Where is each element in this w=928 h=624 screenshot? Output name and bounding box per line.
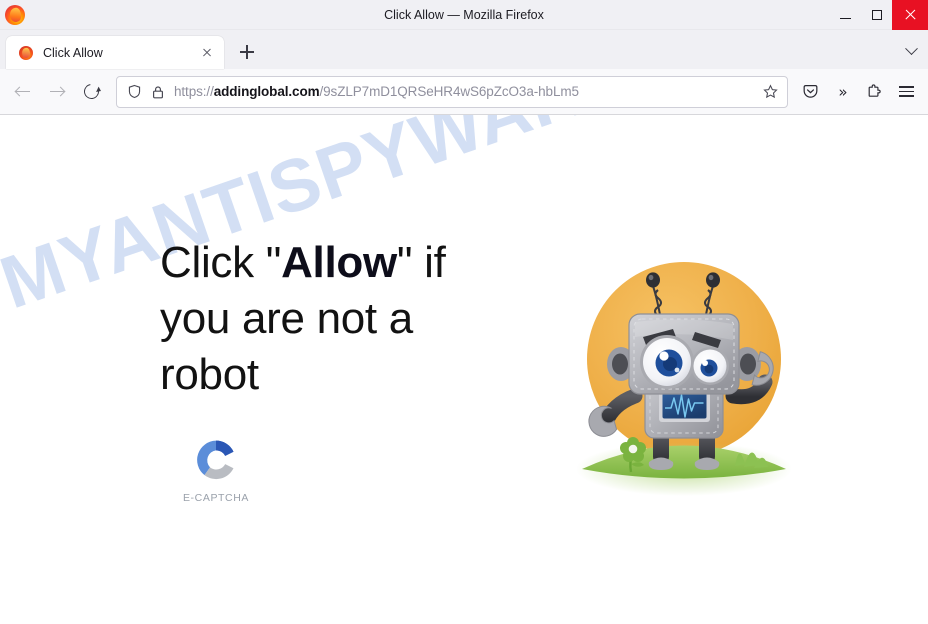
- shield-icon[interactable]: [127, 84, 142, 99]
- url-text[interactable]: https://addinglobal.com/9sZLP7mD1QRSeHR4…: [174, 84, 755, 99]
- headline-emphasis: Allow: [281, 237, 397, 287]
- page-viewport: MYANTISPYWARE.COM Click "Allow" if you a…: [0, 115, 928, 624]
- url-host: addinglobal.com: [213, 84, 320, 99]
- address-bar[interactable]: https://addinglobal.com/9sZLP7mD1QRSeHR4…: [116, 75, 788, 108]
- message-column: Click "Allow" if you are not a robot E-C…: [160, 235, 490, 505]
- e-captcha-c-logo-icon: [193, 437, 239, 483]
- window-controls: [830, 0, 928, 30]
- save-to-pocket-button[interactable]: [794, 76, 826, 108]
- star-icon[interactable]: [759, 81, 781, 103]
- list-all-tabs-button[interactable]: [896, 36, 926, 66]
- chevron-down-icon: [904, 41, 918, 55]
- arrow-left-icon: [14, 85, 30, 99]
- back-button[interactable]: [6, 75, 40, 109]
- pocket-icon: [803, 85, 817, 98]
- overflow-menu-button[interactable]: »: [826, 76, 858, 108]
- tab-click-allow[interactable]: Click Allow: [6, 36, 224, 69]
- extensions-button[interactable]: [858, 76, 890, 108]
- hamburger-menu-icon: [898, 86, 914, 97]
- url-scheme: https://: [174, 84, 214, 99]
- headline-before: Click ": [160, 237, 282, 287]
- robot-illustration: [549, 236, 819, 504]
- title-bar: Click Allow — Mozilla Firefox: [0, 0, 928, 30]
- firefox-logo-icon: [4, 4, 26, 26]
- minimize-button[interactable]: [830, 0, 861, 30]
- close-tab-icon[interactable]: [198, 44, 216, 62]
- forward-button[interactable]: [40, 75, 74, 109]
- new-tab-button[interactable]: [232, 37, 262, 67]
- tab-bar: Click Allow: [0, 30, 928, 69]
- reload-icon: [80, 81, 102, 102]
- puzzle-piece-icon: [868, 83, 881, 97]
- e-captcha-badge: E-CAPTCHA: [174, 437, 258, 504]
- navigation-toolbar: https://addinglobal.com/9sZLP7mD1QRSeHR4…: [0, 69, 928, 115]
- browser-window: Click Allow — Mozilla Firefox Click Allo…: [0, 0, 928, 624]
- double-chevron-right-icon: »: [838, 82, 847, 101]
- reload-button[interactable]: [74, 75, 108, 109]
- page-headline: Click "Allow" if you are not a robot: [160, 235, 490, 404]
- application-menu-button[interactable]: [890, 76, 922, 108]
- page-content: Click "Allow" if you are not a robot E-C…: [0, 115, 928, 624]
- arrow-right-icon: [50, 85, 66, 99]
- firefox-favicon-icon: [18, 45, 34, 61]
- tab-title: Click Allow: [43, 45, 103, 60]
- maximize-button[interactable]: [861, 0, 892, 30]
- window-title: Click Allow — Mozilla Firefox: [384, 7, 544, 22]
- padlock-icon[interactable]: [151, 85, 165, 99]
- illustration-column: [480, 236, 888, 504]
- close-window-button[interactable]: [892, 0, 928, 30]
- url-path: /9sZLP7mD1QRSeHR4wS6pZcO3a-hbLm5: [319, 84, 580, 99]
- e-captcha-label: E-CAPTCHA: [182, 492, 250, 505]
